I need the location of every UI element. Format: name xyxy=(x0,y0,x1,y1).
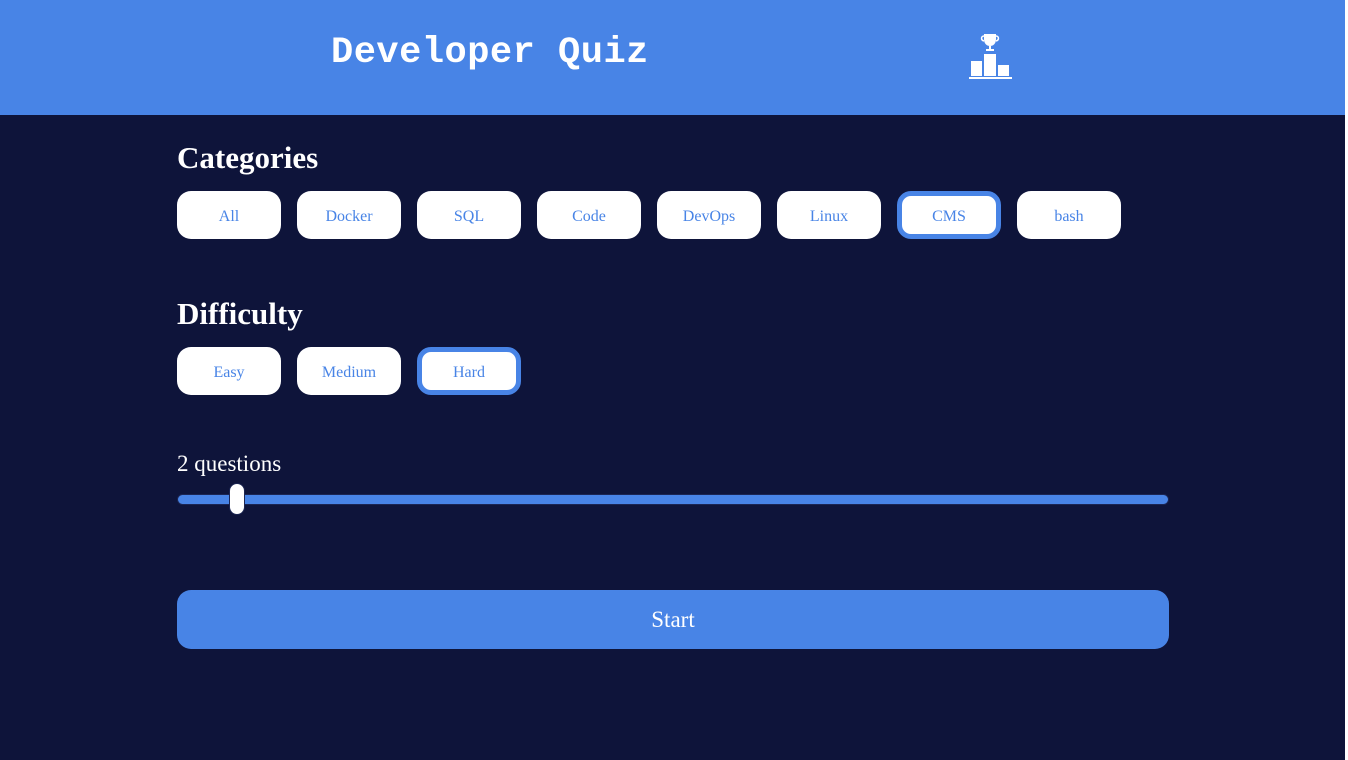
app-title: Developer Quiz xyxy=(331,32,649,74)
app-header: Developer Quiz xyxy=(0,0,1345,115)
difficulty-list: Easy Medium Hard xyxy=(177,347,521,395)
trophy-podium-icon xyxy=(969,34,1012,79)
difficulty-medium-button[interactable]: Medium xyxy=(297,347,401,395)
question-count-slider[interactable] xyxy=(177,482,1169,516)
category-linux-button[interactable]: Linux xyxy=(777,191,881,239)
category-list: All Docker SQL Code DevOps Linux CMS bas… xyxy=(177,191,1121,239)
category-bash-button[interactable]: bash xyxy=(1017,191,1121,239)
question-count-label: 2 questions xyxy=(177,451,282,476)
difficulty-title: Difficulty xyxy=(177,296,303,331)
category-code-button[interactable]: Code xyxy=(537,191,641,239)
category-sql-button[interactable]: SQL xyxy=(417,191,521,239)
category-cms-button[interactable]: CMS xyxy=(897,191,1001,239)
category-docker-button[interactable]: Docker xyxy=(297,191,401,239)
difficulty-easy-button[interactable]: Easy xyxy=(177,347,281,395)
start-button[interactable]: Start xyxy=(177,590,1169,649)
category-devops-button[interactable]: DevOps xyxy=(657,191,761,239)
difficulty-hard-button[interactable]: Hard xyxy=(417,347,521,395)
leaderboard-button[interactable] xyxy=(962,28,1018,82)
categories-title: Categories xyxy=(177,140,319,175)
slider-thumb[interactable] xyxy=(228,483,245,515)
slider-track[interactable] xyxy=(177,494,1169,505)
category-all-button[interactable]: All xyxy=(177,191,281,239)
